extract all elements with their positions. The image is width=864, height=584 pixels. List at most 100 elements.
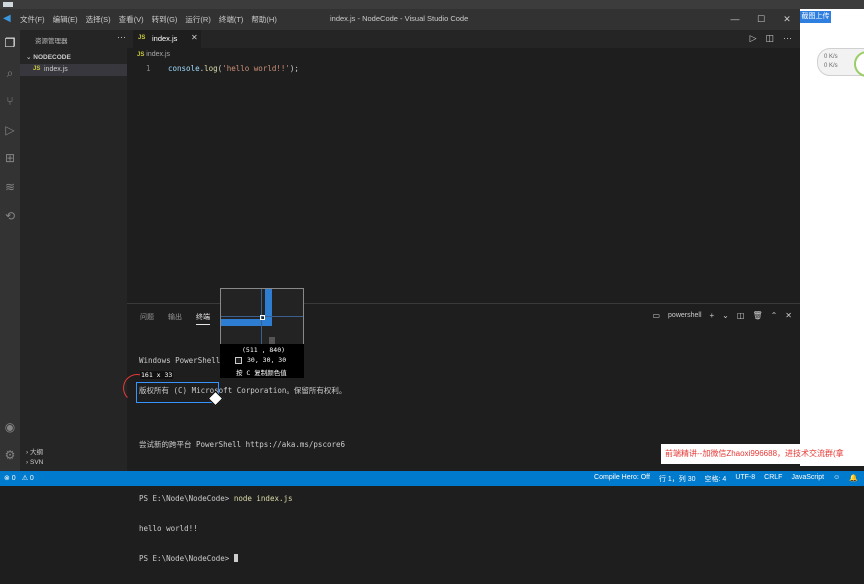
minimize-icon[interactable]: —	[722, 9, 748, 30]
menu-file[interactable]: 文件(F)	[20, 14, 45, 25]
menu-go[interactable]: 转到(G)	[152, 14, 178, 25]
js-file-icon: JS	[137, 52, 145, 58]
split-terminal-icon[interactable]: ◫	[737, 311, 745, 320]
panel-tabs: 问题 输出 终端	[140, 312, 210, 325]
run-icon[interactable]: ▷	[750, 33, 757, 44]
run-debug-icon[interactable]: ▷	[3, 123, 17, 137]
menu-run[interactable]: 运行(R)	[185, 14, 210, 25]
maximize-panel-icon[interactable]: ⌃	[771, 311, 778, 320]
top-strip	[0, 0, 864, 9]
speed-ball[interactable]: 1	[854, 51, 864, 77]
warnings-count[interactable]: ⚠ 0	[22, 474, 34, 482]
status-bar: ⊗ 0 ⚠ 0 Compile Hero: Off 行 1，列 30 空格: 4…	[0, 471, 864, 486]
errors-count[interactable]: ⊗ 0	[4, 474, 16, 482]
feedback-icon[interactable]: ☺	[833, 474, 840, 484]
more-icon[interactable]: ···	[783, 33, 792, 44]
upload-screenshot-button[interactable]: 截图上传	[800, 11, 831, 23]
code-line[interactable]: 1 console.log('hello world!!');	[146, 64, 299, 73]
settings-gear-icon[interactable]: ⚙	[3, 448, 17, 462]
terminal-current-line: PS E:\Node\NodeCode>	[139, 554, 346, 564]
explorer-icon[interactable]: ❐	[3, 36, 17, 50]
selection-size-label: 161 x 33	[140, 371, 174, 379]
terminal-selector[interactable]: powershell	[668, 312, 701, 319]
magnifier-view	[220, 288, 304, 346]
download-speed: 0 K/s	[824, 63, 838, 69]
panel-actions: ▭ powershell + ⌄ ◫ 🗑 ⌃ ✕	[652, 311, 792, 320]
svn-label: SVN	[29, 459, 44, 466]
layers-icon[interactable]: ≋	[3, 180, 17, 194]
encoding[interactable]: UTF-8	[735, 474, 755, 484]
watermark-banner: 前端精讲--加微信Zhaoxi996688，进技术交流群(拿	[661, 444, 864, 464]
tab-terminal[interactable]: 终端	[196, 312, 210, 325]
code-string: 'hello world!!'	[222, 64, 290, 73]
terminal-prompt: PS E:\Node\NodeCode>	[139, 554, 234, 563]
cursor-position[interactable]: 行 1，列 30	[659, 474, 696, 484]
split-editor-icon[interactable]: ◫	[765, 33, 774, 44]
color-swatch	[235, 357, 242, 364]
language-mode[interactable]: JavaScript	[791, 474, 824, 484]
indentation[interactable]: 空格: 4	[705, 474, 727, 484]
trash-icon[interactable]: 🗑	[752, 311, 762, 320]
breadcrumb[interactable]: JS index.js	[137, 51, 170, 58]
line-number: 1	[146, 64, 151, 73]
window-controls: — ☐ ✕	[722, 9, 800, 30]
maximize-icon[interactable]: ☐	[748, 9, 774, 30]
terminal-cursor	[233, 554, 238, 562]
window-title: index.js - NodeCode - Visual Studio Code	[330, 14, 469, 23]
network-speed-widget[interactable]: 0 K/s 0 K/s 1	[817, 48, 864, 77]
menu-view[interactable]: 查看(V)	[119, 14, 144, 25]
explorer-sidebar: 资源管理器 ··· ⌄ NODECODE JS index.js › 大纲 › …	[20, 30, 127, 471]
source-control-icon[interactable]: ⑂	[3, 94, 17, 108]
tab-label: index.js	[152, 34, 178, 43]
terminal-icon: ▭	[652, 311, 661, 320]
extensions-icon[interactable]: ⊞	[3, 151, 17, 165]
project-folder[interactable]: ⌄ NODECODE	[26, 53, 71, 61]
desktop-background	[800, 9, 864, 466]
breadcrumb-file: index.js	[146, 51, 171, 58]
more-actions-icon[interactable]: ···	[117, 32, 126, 42]
notifications-icon[interactable]: 🔔	[849, 474, 858, 484]
tab-index-js[interactable]: JS index.js ✕	[133, 30, 201, 48]
activity-bar: ❐ ⌕ ⑂ ▷ ⊞ ≋ ⟲ ◉ ⚙	[0, 30, 20, 471]
menu-bar: 文件(F) 编辑(E) 选择(S) 查看(V) 转到(G) 运行(R) 终端(T…	[20, 14, 277, 25]
line-ending[interactable]: CRLF	[764, 474, 782, 484]
file-item-index-js[interactable]: JS index.js	[20, 64, 127, 76]
menu-help[interactable]: 帮助(H)	[251, 14, 276, 25]
terminal-output-line: hello world!!	[139, 524, 198, 533]
terminal-prompt: PS E:\Node\NodeCode>	[139, 494, 230, 503]
code-function: log	[204, 64, 218, 73]
remote-icon[interactable]: ⟲	[3, 209, 17, 223]
search-icon[interactable]: ⌕	[3, 66, 17, 80]
copy-color-hint: 按 C 复制颜色值	[236, 369, 287, 377]
tab-problems[interactable]: 问题	[140, 312, 154, 325]
menu-selection[interactable]: 选择(S)	[86, 14, 111, 25]
selection-rectangle[interactable]	[136, 382, 219, 403]
js-file-icon: JS	[138, 35, 146, 41]
file-name: index.js	[44, 66, 68, 73]
project-name: NODECODE	[33, 54, 71, 61]
editor-actions: ▷ ◫ ···	[750, 33, 792, 44]
tab-output[interactable]: 输出	[168, 312, 182, 325]
terminal-command: node index.js	[229, 494, 293, 503]
chevron-down-icon[interactable]: ⌄	[722, 311, 729, 320]
add-terminal-icon[interactable]: +	[710, 311, 715, 320]
compile-hero-status[interactable]: Compile Hero: Off	[594, 474, 650, 484]
terminal-line: 尝试新的跨平台 PowerShell https://aka.ms/pscore…	[139, 440, 346, 449]
terminal-command-line: PS E:\Node\NodeCode> node index.js	[139, 494, 346, 504]
close-panel-icon[interactable]: ✕	[785, 311, 792, 320]
svn-section[interactable]: › SVN	[26, 459, 43, 466]
cursor-coordinates: (511 , 840)	[242, 346, 286, 354]
outline-label: 大纲	[29, 449, 43, 456]
outline-section[interactable]: › 大纲	[26, 446, 43, 456]
status-left: ⊗ 0 ⚠ 0	[4, 474, 34, 482]
code-object: console	[168, 64, 200, 73]
status-right: Compile Hero: Off 行 1，列 30 空格: 4 UTF-8 C…	[594, 474, 858, 484]
menu-edit[interactable]: 编辑(E)	[53, 14, 78, 25]
menu-terminal[interactable]: 终端(T)	[219, 14, 244, 25]
close-icon[interactable]: ✕	[774, 9, 800, 30]
account-icon[interactable]: ◉	[3, 420, 17, 434]
sidebar-title: 资源管理器	[35, 38, 68, 45]
rgb-value: 30, 30, 30	[247, 356, 287, 364]
upload-speed: 0 K/s	[824, 54, 838, 60]
tab-close-icon[interactable]: ✕	[191, 33, 198, 42]
